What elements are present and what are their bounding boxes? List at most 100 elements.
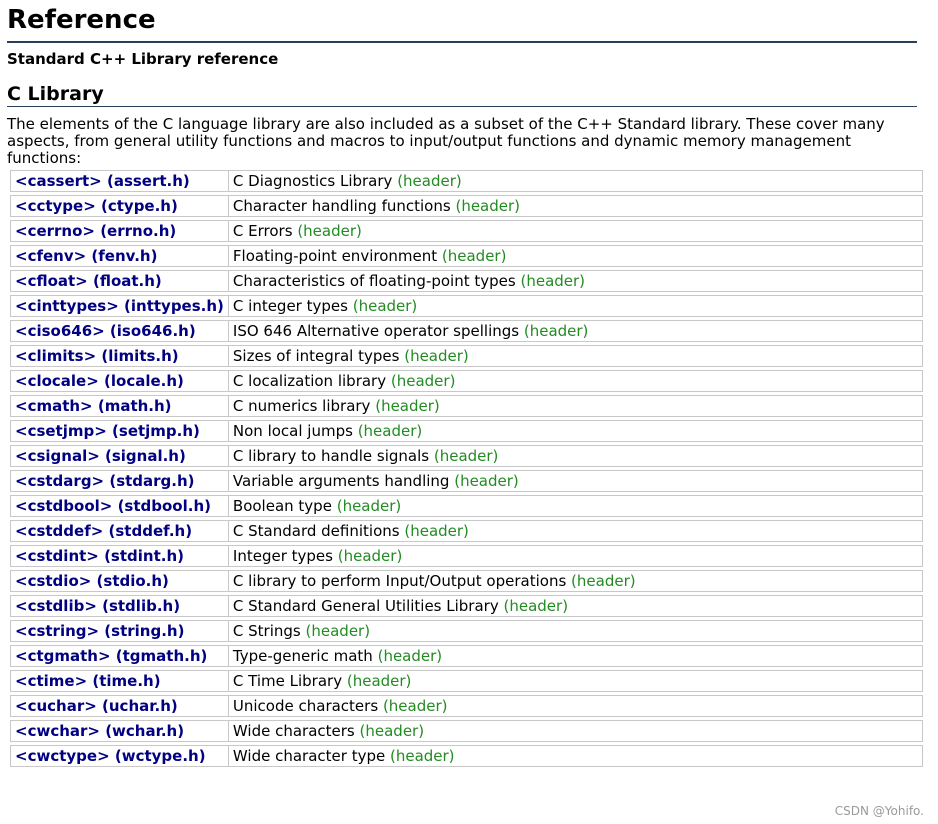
header-name-cell: <cinttypes> (inttypes.h) (10, 295, 228, 317)
header-tag: (header) (404, 522, 469, 540)
header-description-cell: C integer types (header) (227, 295, 923, 317)
header-name-cell: <cstdio> (stdio.h) (10, 570, 228, 592)
header-tag: (header) (404, 347, 469, 365)
header-tag: (header) (352, 297, 418, 315)
header-link[interactable]: <cfloat> (float.h) (15, 272, 162, 290)
header-description: Wide characters (232, 722, 355, 740)
header-tag: (header) (441, 247, 507, 265)
table-row: <cstring> (string.h) C Strings (header) (10, 620, 923, 642)
header-tag: (header) (503, 597, 569, 615)
table-row: <cstdarg> (stdarg.h) Variable arguments h… (10, 470, 923, 492)
header-tag: (header) (337, 547, 403, 565)
header-description: ISO 646 Alternative operator spellings (232, 322, 520, 340)
header-link[interactable]: <cstdarg> (stdarg.h) (15, 472, 195, 490)
table-row: <cstddef> (stddef.h) C Standard definitio… (10, 520, 923, 542)
watermark: CSDN @Yohifo. (834, 804, 924, 818)
header-tag: (header) (305, 622, 371, 640)
header-name-cell: <cfenv> (fenv.h) (10, 245, 228, 267)
table-row: <ctime> (time.h) C Time Library (header) (10, 670, 923, 692)
header-tag: (header) (390, 372, 456, 390)
header-link[interactable]: <cstdbool> (stdbool.h) (15, 497, 211, 515)
header-description-cell: Type-generic math (header) (227, 645, 923, 667)
header-link[interactable]: <csetjmp> (setjmp.h) (15, 422, 200, 440)
header-name-cell: <ctime> (time.h) (10, 670, 228, 692)
header-link[interactable]: <ctime> (time.h) (15, 672, 161, 690)
header-description-cell: C Time Library (header) (227, 670, 923, 692)
header-tag: (header) (359, 722, 425, 740)
header-description-cell: C localization library (header) (227, 370, 923, 392)
section-title: C Library (7, 83, 917, 107)
header-description-cell: C numerics library (header) (227, 395, 923, 417)
header-link[interactable]: <cuchar> (uchar.h) (15, 697, 178, 715)
header-link[interactable]: <cstdio> (stdio.h) (15, 572, 169, 590)
header-description: Character handling functions (232, 197, 451, 215)
header-link[interactable]: <cinttypes> (inttypes.h) (15, 297, 224, 315)
header-link[interactable]: <cfenv> (fenv.h) (15, 247, 157, 265)
table-row: <csetjmp> (setjmp.h) Non local jumps (hea… (10, 420, 923, 442)
header-link[interactable]: <cerrno> (errno.h) (15, 222, 176, 240)
table-row: <cfenv> (fenv.h) Floating-point environme… (10, 245, 923, 267)
header-description-cell: Wide characters (header) (227, 720, 923, 742)
page-title: Reference (7, 0, 917, 43)
header-description: Variable arguments handling (232, 472, 450, 490)
header-tag: (header) (382, 697, 448, 715)
header-description-cell: Non local jumps (header) (227, 420, 923, 442)
header-description: C Diagnostics Library (232, 172, 393, 190)
header-link[interactable]: <cassert> (assert.h) (15, 172, 190, 190)
header-tag: (header) (297, 222, 362, 240)
header-tag: (header) (520, 272, 586, 290)
header-name-cell: <cerrno> (errno.h) (10, 220, 228, 242)
table-row: <cinttypes> (inttypes.h) C integer types … (10, 295, 923, 317)
header-link[interactable]: <cstdint> (stdint.h) (15, 547, 184, 565)
header-name-cell: <ciso646> (iso646.h) (10, 320, 228, 342)
table-row: <cmath> (math.h) C numerics library (head… (10, 395, 923, 417)
table-row: <cerrno> (errno.h) C Errors (header) (10, 220, 923, 242)
header-description-cell: Character handling functions (header) (227, 195, 923, 217)
header-link[interactable]: <climits> (limits.h) (15, 347, 179, 365)
header-link[interactable]: <ctgmath> (tgmath.h) (15, 647, 207, 665)
header-description-cell: Floating-point environment (header) (227, 245, 923, 267)
header-description: C numerics library (232, 397, 371, 415)
header-link[interactable]: <cctype> (ctype.h) (15, 197, 178, 215)
header-name-cell: <cstring> (string.h) (10, 620, 228, 642)
header-link[interactable]: <cwctype> (wctype.h) (15, 747, 206, 765)
header-link[interactable]: <cwchar> (wchar.h) (15, 722, 184, 740)
header-name-cell: <climits> (limits.h) (10, 345, 228, 367)
header-tag: (header) (377, 647, 443, 665)
header-description: Characteristics of floating-point types (232, 272, 516, 290)
header-description-cell: Integer types (header) (227, 545, 923, 567)
table-row: <cstdint> (stdint.h) Integer types (heade… (10, 545, 923, 567)
header-tag: (header) (433, 447, 499, 465)
header-link[interactable]: <cmath> (math.h) (15, 397, 172, 415)
header-name-cell: <cstdbool> (stdbool.h) (10, 495, 228, 517)
header-link[interactable]: <ciso646> (iso646.h) (15, 322, 196, 340)
header-tag: (header) (523, 322, 589, 340)
header-tag: (header) (336, 497, 402, 515)
header-name-cell: <clocale> (locale.h) (10, 370, 228, 392)
header-table: <cassert> (assert.h) C Diagnostics Librar… (10, 167, 923, 770)
header-description: C localization library (232, 372, 387, 390)
table-row: <cstdio> (stdio.h) C library to perform I… (10, 570, 923, 592)
header-link[interactable]: <cstddef> (stddef.h) (15, 522, 192, 540)
header-description: Wide character type (232, 747, 386, 765)
table-row: <csignal> (signal.h) C library to handle … (10, 445, 923, 467)
header-description: Non local jumps (232, 422, 353, 440)
header-link[interactable]: <clocale> (locale.h) (15, 372, 184, 390)
header-link[interactable]: <cstring> (string.h) (15, 622, 184, 640)
header-link[interactable]: <cstdlib> (stdlib.h) (15, 597, 180, 615)
header-description: Floating-point environment (232, 247, 438, 265)
header-name-cell: <cstddef> (stddef.h) (10, 520, 228, 542)
table-row: <ctgmath> (tgmath.h) Type-generic math (h… (10, 645, 923, 667)
header-description-cell: ISO 646 Alternative operator spellings (… (227, 320, 923, 342)
header-description: Integer types (232, 547, 333, 565)
header-tag: (header) (346, 672, 412, 690)
header-tag: (header) (455, 197, 521, 215)
header-description: C library to handle signals (232, 447, 430, 465)
header-name-cell: <cctype> (ctype.h) (10, 195, 228, 217)
header-description-cell: C library to handle signals (header) (227, 445, 923, 467)
table-row: <cassert> (assert.h) C Diagnostics Librar… (10, 170, 923, 192)
header-description: C Standard definitions (232, 522, 400, 540)
table-row: <cwchar> (wchar.h) Wide characters (heade… (10, 720, 923, 742)
header-description-cell: C Standard General Utilities Library (he… (227, 595, 923, 617)
header-link[interactable]: <csignal> (signal.h) (15, 447, 186, 465)
